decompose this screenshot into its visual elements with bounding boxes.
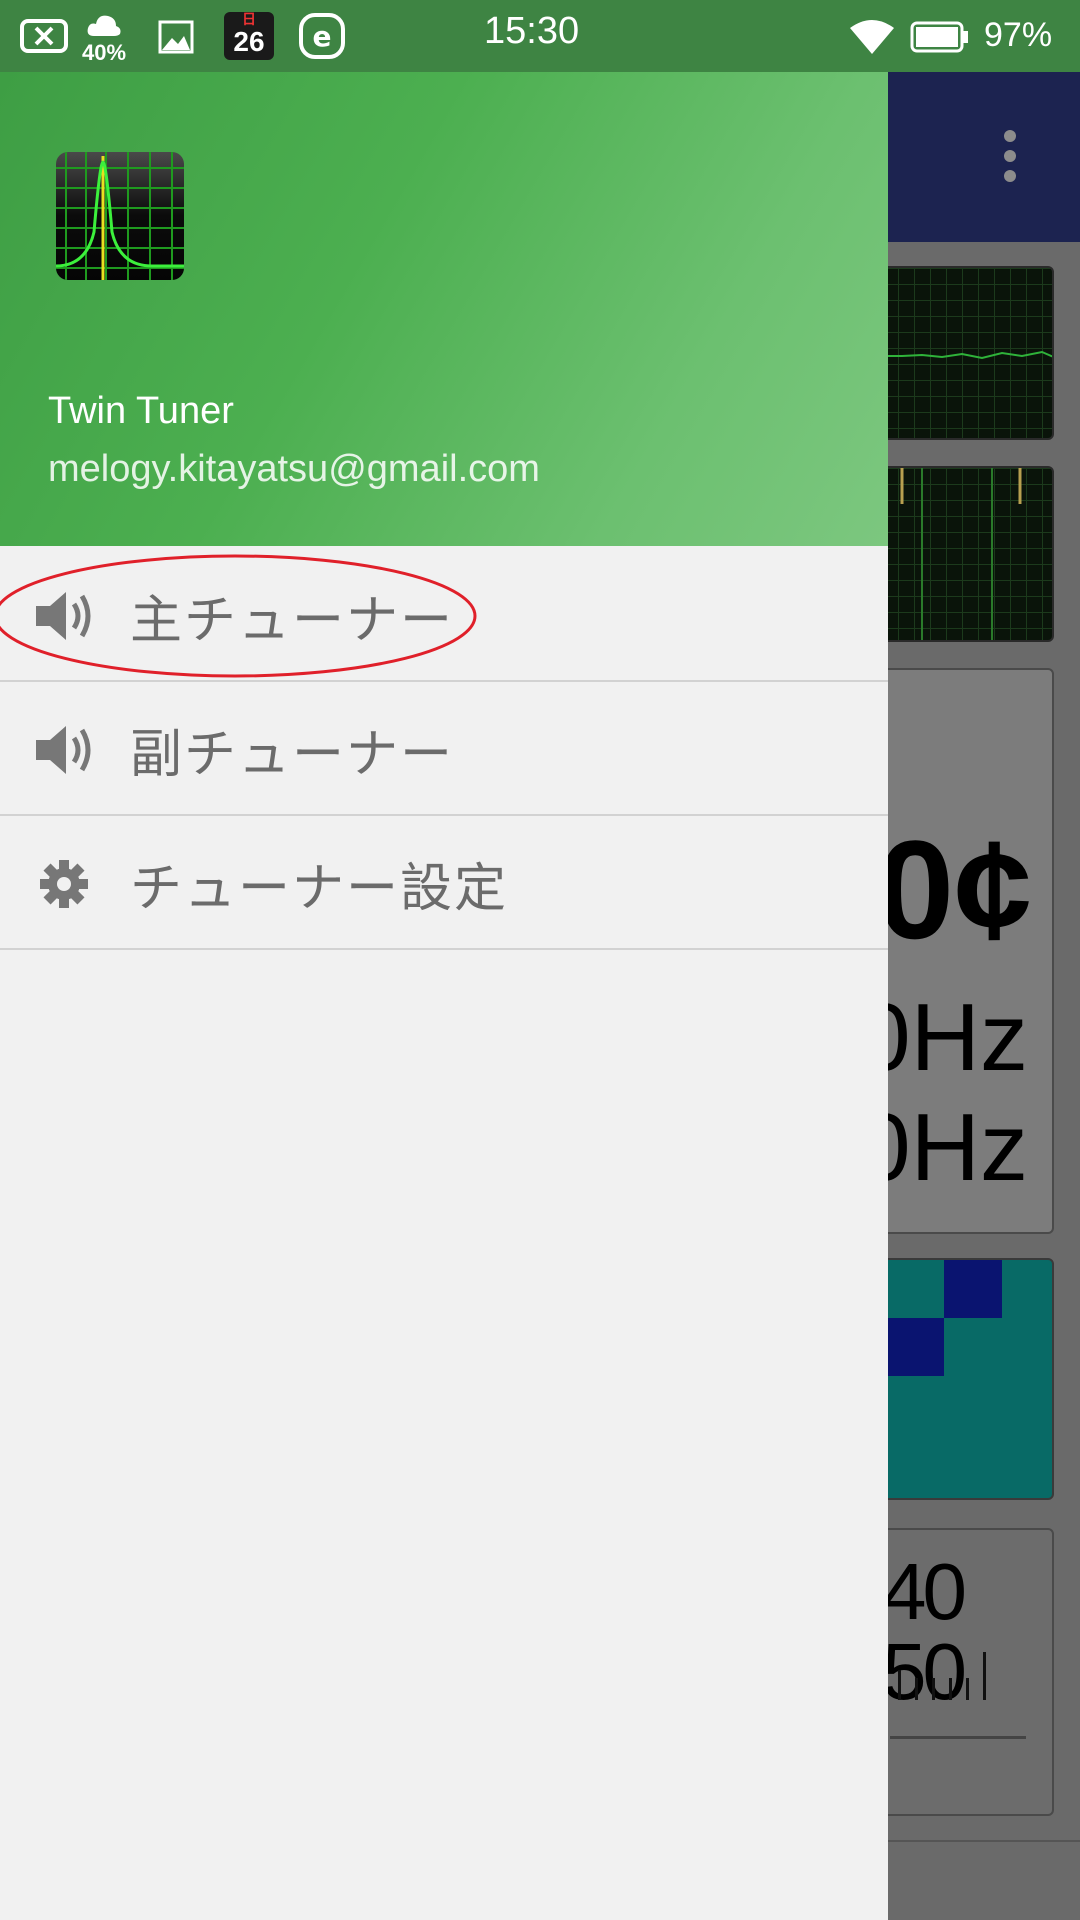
frequency-readout-2: 0Hz	[882, 1094, 1028, 1201]
scale-bar	[890, 1736, 1026, 1739]
svg-text:e: e	[313, 20, 332, 53]
battery-percent: 97%	[984, 16, 1053, 54]
scale-ticks	[898, 1650, 986, 1700]
e-app-icon: e	[299, 13, 345, 59]
account-email: melogy.kitayatsu@gmail.com	[48, 448, 540, 490]
drawer-header: Twin Tuner melogy.kitayatsu@gmail.com	[0, 72, 888, 546]
menu-item-sub-tuner[interactable]: 副チューナー	[0, 682, 888, 816]
frequency-readout-1: 0Hz	[882, 984, 1028, 1091]
spectrum-panel	[880, 266, 1054, 440]
overflow-menu-icon[interactable]	[1004, 130, 1018, 190]
cents-scale-panel: 40 50	[880, 1528, 1054, 1816]
grid-cell	[886, 1318, 944, 1376]
navigation-drawer: Twin Tuner melogy.kitayatsu@gmail.com 主チ…	[0, 72, 888, 1920]
waveform-panel	[880, 466, 1054, 642]
calendar-icon: 日 26	[224, 12, 274, 60]
pitch-readout: 0¢ 0Hz 0Hz	[880, 668, 1054, 1234]
calendar-day: 26	[233, 26, 265, 57]
menu-item-label: 副チューナー	[130, 725, 455, 785]
image-icon	[158, 20, 194, 54]
battery-icon	[910, 21, 968, 53]
app-logo-icon	[56, 152, 184, 280]
menu-item-tuner-settings[interactable]: チューナー設定	[0, 816, 888, 950]
divider	[888, 1840, 1080, 1842]
cents-readout: 0¢	[880, 811, 1032, 968]
clock: 15:30	[484, 10, 580, 52]
weather-cloud-icon	[87, 15, 121, 36]
weather-percent: 40%	[82, 40, 127, 65]
app-name: Twin Tuner	[48, 390, 234, 432]
speaker-icon	[36, 726, 91, 774]
highlight-ellipse-annotation	[0, 554, 477, 678]
battery-x-icon	[20, 19, 68, 53]
note-grid-panel	[880, 1258, 1054, 1500]
status-bar: 40% 日 26 e 15:30 97%	[0, 0, 1080, 72]
menu-item-label: チューナー設定	[130, 859, 509, 919]
wifi-icon	[850, 20, 894, 54]
gear-icon	[40, 860, 88, 908]
grid-cell	[944, 1260, 1002, 1318]
